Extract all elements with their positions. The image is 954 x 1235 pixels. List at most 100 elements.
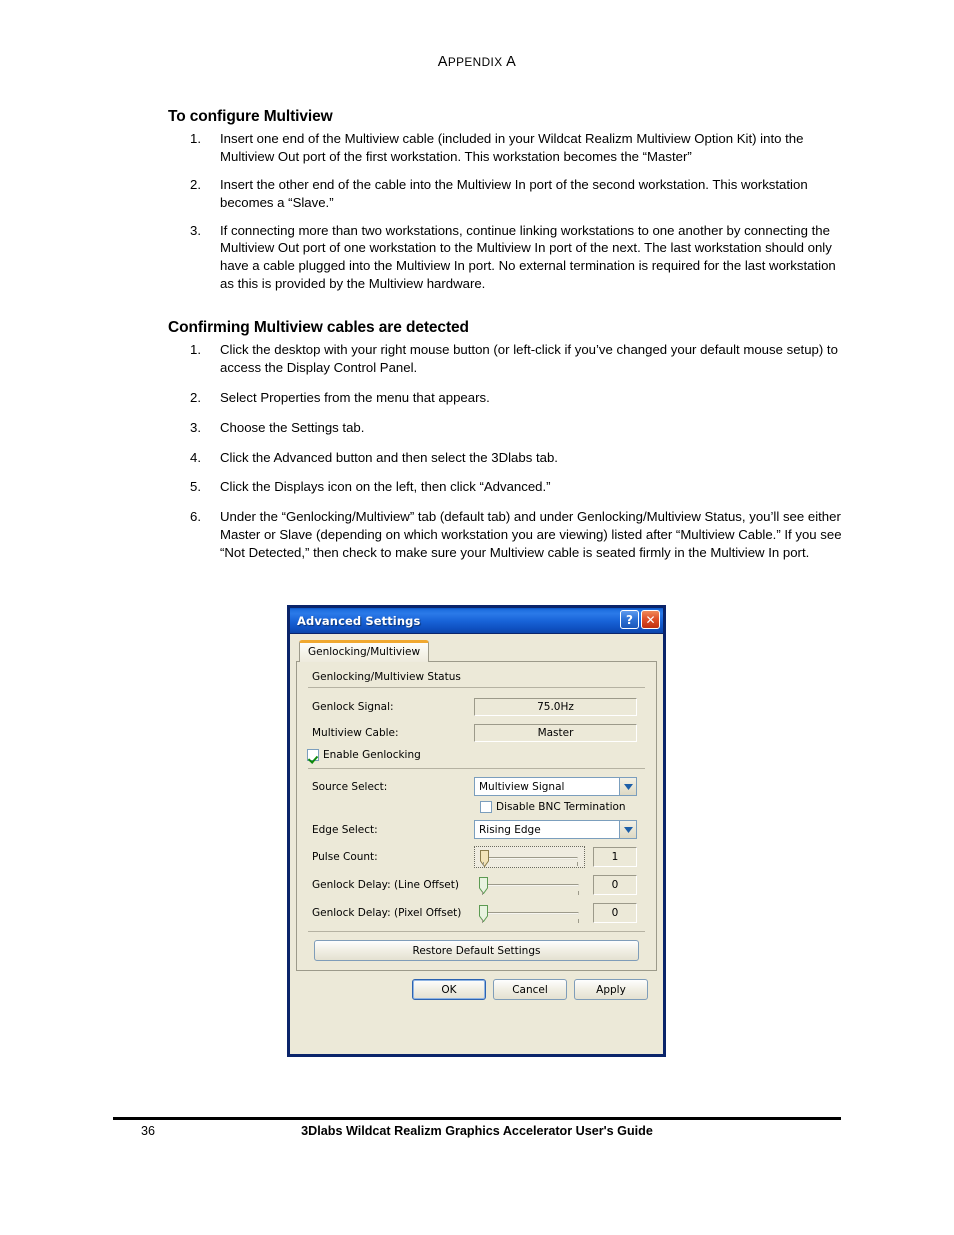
tab-panel-genlocking-multiview: Genlocking/Multiview Status Genlock Sign…: [296, 661, 657, 971]
pulse-count-slider[interactable]: [474, 846, 585, 868]
dialog-title-bar[interactable]: Advanced Settings ? ✕: [287, 605, 666, 634]
row-genlock-signal: Genlock Signal: 75.0Hz: [306, 697, 647, 716]
list-item-text: If connecting more than two workstations…: [220, 222, 836, 292]
steps-list-confirming-cables: 1. Click the desktop with your right mou…: [168, 341, 848, 562]
list-item: 1. Insert one end of the Multiview cable…: [168, 130, 848, 166]
dialog-body: Genlocking/Multiview Genlocking/Multivie…: [290, 634, 663, 1000]
list-item-number: 4.: [190, 449, 201, 465]
slider-ticks: [482, 891, 579, 895]
dialog-button-bar: OK Cancel Apply: [296, 971, 657, 1000]
row-genlock-delay-pixel-offset: Genlock Delay: (Pixel Offset) 0: [306, 902, 647, 924]
footer-rule: [113, 1117, 841, 1120]
slider-ticks: [482, 919, 579, 923]
edge-select-label: Edge Select:: [312, 823, 378, 836]
tab-strip: Genlocking/Multiview: [299, 640, 657, 662]
pixel-offset-slider[interactable]: [474, 902, 585, 924]
line-offset-slider[interactable]: [474, 874, 585, 896]
restore-default-settings-button[interactable]: Restore Default Settings: [314, 940, 639, 961]
ok-button[interactable]: OK: [412, 979, 486, 1000]
slider-track: [482, 912, 579, 915]
chevron-down-icon[interactable]: [619, 821, 636, 838]
checkbox-disable-bnc-termination[interactable]: Disable BNC Termination: [480, 801, 647, 813]
list-item: 2. Select Properties from the menu that …: [168, 389, 848, 407]
list-item-number: 3.: [190, 419, 201, 435]
genlock-signal-label: Genlock Signal:: [312, 700, 394, 713]
document-title: 3Dlabs Wildcat Realizm Graphics Accelera…: [301, 1124, 653, 1138]
close-icon[interactable]: ✕: [641, 610, 660, 629]
list-item: 4. Click the Advanced button and then se…: [168, 449, 848, 467]
slider-ticks: [483, 862, 578, 866]
list-item: 2. Insert the other end of the cable int…: [168, 176, 848, 212]
running-head-word: PPENDIX: [447, 55, 503, 69]
line-offset-value[interactable]: 0: [593, 875, 637, 895]
pixel-offset-label: Genlock Delay: (Pixel Offset): [312, 907, 462, 919]
source-select-label: Source Select:: [312, 780, 388, 793]
source-select-dropdown[interactable]: Multiview Signal: [474, 777, 637, 796]
list-item: 5. Click the Displays icon on the left, …: [168, 478, 848, 496]
dialog-title: Advanced Settings: [297, 613, 421, 628]
list-item-number: 2.: [190, 389, 201, 405]
chevron-down-icon[interactable]: [619, 778, 636, 795]
list-item-number: 1.: [190, 131, 201, 146]
apply-button[interactable]: Apply: [574, 979, 648, 1000]
pulse-count-label: Pulse Count:: [312, 851, 378, 863]
running-head-suffix: A: [506, 54, 517, 70]
row-multiview-cable: Multiview Cable: Master: [306, 723, 647, 742]
pulse-count-value[interactable]: 1: [593, 847, 637, 867]
steps-list-configure-multiview: 1. Insert one end of the Multiview cable…: [168, 130, 848, 293]
page-footer: 36 3Dlabs Wildcat Realizm Graphics Accel…: [113, 1124, 841, 1144]
section-heading-configure-multiview: To configure Multiview: [168, 108, 333, 125]
list-item-number: 2.: [190, 176, 201, 192]
list-item: 3. Choose the Settings tab.: [168, 419, 848, 437]
edge-select-value: Rising Edge: [479, 823, 541, 836]
source-select-value: Multiview Signal: [479, 780, 565, 793]
list-item: 1. Click the desktop with your right mou…: [168, 341, 848, 377]
list-item-number: 3.: [190, 222, 201, 238]
genlock-signal-value: 75.0Hz: [474, 697, 637, 716]
line-offset-label: Genlock Delay: (Line Offset): [312, 879, 459, 891]
list-item-text: Insert one end of the Multiview cable (i…: [220, 131, 804, 164]
list-item-number: 6.: [190, 509, 201, 525]
edge-select-dropdown[interactable]: Rising Edge: [474, 820, 637, 839]
list-item-number: 5.: [190, 479, 201, 495]
slider-track: [483, 857, 578, 860]
slider-track: [482, 884, 579, 887]
list-item-text: Insert the other end of the cable into t…: [220, 176, 808, 210]
group-title-status: Genlocking/Multiview Status: [312, 671, 461, 683]
restore-defaults-wrap: Restore Default Settings: [306, 940, 647, 961]
section-heading-confirming-cables: Confirming Multiview cables are detected: [168, 319, 469, 336]
list-item: 6. Under the “Genlocking/Multiview” tab …: [168, 508, 848, 562]
row-edge-select: Edge Select: Rising Edge: [306, 820, 647, 839]
running-head: APPENDIX A: [0, 54, 954, 70]
page-content: To configure Multiview 1. Insert one end…: [168, 108, 848, 574]
pixel-offset-value[interactable]: 0: [593, 903, 637, 923]
list-item-text: Click the Displays icon on the left, the…: [220, 479, 551, 495]
checkbox-enable-genlocking[interactable]: Enable Genlocking: [307, 749, 647, 761]
tab-genlocking-multiview[interactable]: Genlocking/Multiview: [299, 640, 430, 662]
row-pulse-count: Pulse Count: 1: [306, 846, 647, 868]
multiview-cable-label: Multiview Cable:: [312, 726, 399, 739]
row-source-select: Source Select: Multiview Signal: [306, 777, 647, 796]
list-item-text: Click the desktop with your right mouse …: [220, 342, 838, 375]
advanced-settings-dialog: Advanced Settings ? ✕ Genlocking/Multivi…: [287, 605, 666, 1057]
list-item: 3. If connecting more than two workstati…: [168, 222, 848, 294]
cancel-button[interactable]: Cancel: [493, 979, 567, 1000]
list-item-text: Select Properties from the menu that app…: [220, 389, 490, 405]
list-item-text: Click the Advanced button and then selec…: [220, 449, 558, 465]
divider: [308, 687, 645, 688]
list-item-text: Choose the Settings tab.: [220, 419, 365, 435]
enable-genlocking-label: Enable Genlocking: [323, 749, 421, 761]
multiview-cable-value: Master: [474, 723, 637, 742]
divider: [308, 931, 645, 932]
help-icon[interactable]: ?: [620, 610, 639, 629]
document-page: APPENDIX A To configure Multiview 1. Ins…: [0, 0, 954, 1235]
list-item-number: 1.: [190, 342, 201, 357]
list-item-text: Under the “Genlocking/Multiview” tab (de…: [220, 509, 842, 560]
divider: [308, 768, 645, 769]
caption-buttons: ? ✕: [620, 610, 660, 629]
checkbox-icon[interactable]: [480, 801, 492, 813]
row-genlock-delay-line-offset: Genlock Delay: (Line Offset) 0: [306, 874, 647, 896]
running-head-initial: A: [437, 54, 448, 70]
disable-bnc-label: Disable BNC Termination: [496, 801, 626, 813]
checkmark-icon[interactable]: [307, 749, 319, 761]
